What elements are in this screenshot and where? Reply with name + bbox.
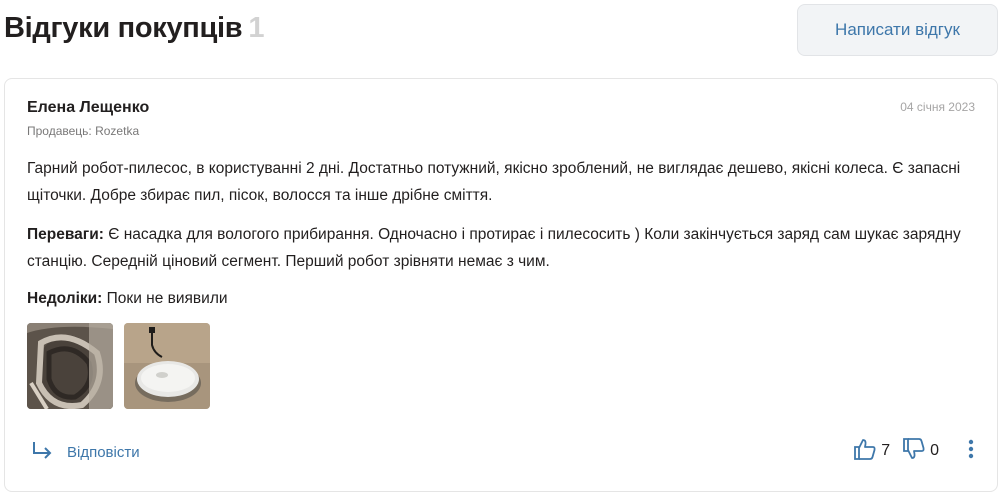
reply-label: Відповісти: [67, 443, 140, 461]
reply-arrow-icon: [31, 440, 53, 465]
dislikes-count: 0: [930, 442, 939, 459]
review-card: Елена Лещенко Продавець: Rozetka 04 січн…: [4, 78, 998, 492]
thumbs-up-icon: [853, 437, 877, 466]
review-author: Елена Лещенко: [27, 99, 150, 116]
review-pros: Переваги: Є насадка для вологого прибира…: [27, 221, 977, 275]
review-votes: 7 0: [853, 435, 975, 467]
review-date: 04 січня 2023: [900, 100, 975, 114]
review-text: Гарний робот-пилесос, в користуванні 2 д…: [27, 160, 961, 204]
review-photo-2[interactable]: [124, 323, 210, 409]
more-vertical-icon: [967, 437, 975, 466]
pros-text: Є насадка для вологого прибирання. Одноч…: [27, 226, 961, 270]
likes-count: 7: [881, 442, 891, 459]
pros-label: Переваги:: [27, 226, 104, 243]
review-photo-1[interactable]: [27, 323, 113, 409]
dislike-button[interactable]: 0: [902, 437, 939, 466]
write-review-button[interactable]: Написати відгук: [797, 4, 998, 56]
cons-label: Недоліки:: [27, 290, 103, 307]
thumbs-down-icon: [902, 437, 926, 466]
page-title-text: Відгуки покупців: [4, 12, 243, 44]
reviews-header: Відгуки покупців 1 Написати відгук: [0, 0, 1000, 66]
reply-button[interactable]: Відповісти: [31, 437, 140, 467]
review-seller: Продавець: Rozetka: [27, 124, 140, 138]
reviews-count: 1: [248, 12, 265, 44]
more-options-button[interactable]: [967, 437, 975, 466]
like-button[interactable]: 7: [853, 437, 890, 466]
cons-text: Поки не виявили: [106, 290, 228, 307]
page-title: Відгуки покупців 1: [4, 12, 264, 45]
review-cons: Недоліки: Поки не виявили: [27, 285, 977, 312]
